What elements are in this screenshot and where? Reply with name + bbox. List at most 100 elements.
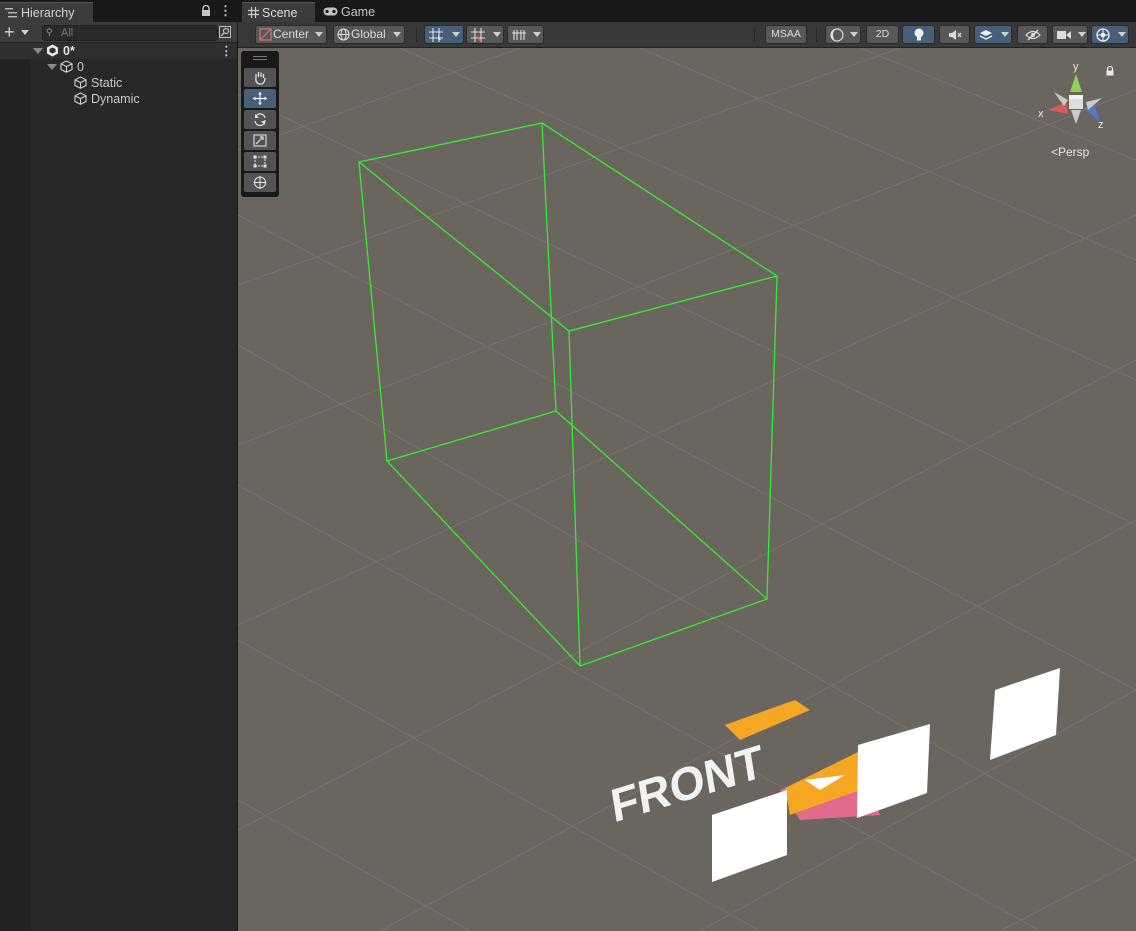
- chevron-down-icon: [850, 32, 858, 37]
- cube-icon: [74, 76, 87, 89]
- hierarchy-item-label: Static: [91, 76, 123, 90]
- white-quad[interactable]: [857, 724, 930, 818]
- gizmos-globe-icon: [1096, 28, 1110, 42]
- chevron-down-icon: [1118, 32, 1126, 37]
- audio-muted-icon: [949, 30, 962, 40]
- toolbar-divider: [754, 27, 755, 42]
- hierarchy-search-input[interactable]: ⚲ All: [42, 25, 218, 41]
- shading-mode-dropdown[interactable]: [825, 25, 861, 44]
- toolbar-divider: [416, 27, 417, 42]
- msaa-label: MSAA: [771, 28, 801, 40]
- tab-game[interactable]: Game: [318, 2, 388, 22]
- z-axis-label: z: [1098, 119, 1104, 131]
- palette-drag-handle[interactable]: [253, 56, 267, 60]
- eye-hidden-icon: [1025, 29, 1041, 41]
- scene-visibility-toggle[interactable]: [1017, 25, 1048, 44]
- increment-snap-toggle[interactable]: [466, 25, 504, 44]
- scene-viewport[interactable]: FRONT: [238, 48, 1136, 931]
- y-axis-label: y: [1073, 61, 1079, 73]
- chevron-down-icon: [493, 32, 501, 37]
- cube-icon: [74, 92, 87, 105]
- rect-icon: [253, 155, 267, 168]
- rotate-tool[interactable]: [244, 110, 276, 129]
- msaa-toggle[interactable]: MSAA: [765, 25, 807, 44]
- grid-visibility-icon: [512, 30, 526, 40]
- cube-icon: [60, 60, 73, 73]
- transform-icon: [253, 176, 267, 189]
- hand-icon: [255, 72, 266, 85]
- effects-dropdown[interactable]: [974, 25, 1012, 44]
- increment-snap-icon: [471, 28, 485, 42]
- scale-icon: [253, 134, 267, 147]
- hierarchy-row-scene[interactable]: 0* ⋮: [0, 43, 237, 59]
- scene-canvas: FRONT: [238, 48, 1136, 931]
- hierarchy-gutter: [0, 43, 30, 931]
- chevron-down-icon: [393, 32, 401, 37]
- search-by-type-icon[interactable]: [218, 25, 232, 39]
- hierarchy-item-label: 0: [77, 60, 84, 74]
- white-quad[interactable]: [712, 790, 787, 882]
- add-label: +: [4, 22, 15, 42]
- chevron-down-icon: [452, 32, 460, 37]
- hierarchy-row-object-0[interactable]: 0: [0, 59, 237, 75]
- hierarchy-item-label: 0*: [63, 44, 75, 58]
- white-quad[interactable]: [990, 668, 1060, 760]
- chevron-down-icon: [533, 32, 541, 37]
- x-axis-label: x: [1038, 108, 1044, 120]
- projection-toggle[interactable]: <Persp: [1051, 145, 1089, 159]
- grid-visibility-toggle[interactable]: [507, 25, 544, 44]
- expand-arrow-icon[interactable]: [33, 48, 43, 54]
- rotate-icon: [254, 113, 266, 127]
- grid-snap-icon: [429, 28, 443, 42]
- move-tool[interactable]: [244, 89, 276, 108]
- search-placeholder: All: [61, 27, 74, 39]
- chevron-down-icon: [1001, 32, 1009, 37]
- hierarchy-tab[interactable]: Hierarchy: [0, 2, 93, 22]
- globe-icon: [337, 28, 350, 41]
- search-icon: ⚲: [46, 27, 53, 37]
- scene-options-icon[interactable]: ⋮: [220, 43, 233, 59]
- more-options-icon[interactable]: ⋮: [219, 4, 232, 18]
- move-icon: [253, 92, 267, 105]
- y-axis-cone[interactable]: [1070, 74, 1082, 92]
- tab-scene-label: Scene: [262, 6, 298, 20]
- gizmo-lock-icon[interactable]: [1105, 66, 1115, 76]
- pivot-center-icon: [259, 28, 272, 41]
- audio-toggle[interactable]: [939, 25, 970, 44]
- grid-snap-toggle[interactable]: [424, 25, 464, 44]
- hand-tool[interactable]: [244, 68, 276, 87]
- transform-tool[interactable]: [244, 173, 276, 192]
- hierarchy-item-label: Dynamic: [91, 92, 140, 106]
- pivot-rotation-dropdown[interactable]: Global: [333, 25, 405, 44]
- rect-tool[interactable]: [244, 152, 276, 171]
- scene-toolbar: Center Global MSAA 2D: [238, 22, 1136, 48]
- add-button[interactable]: +: [4, 23, 34, 41]
- tab-scene[interactable]: Scene: [242, 2, 315, 22]
- grid-icon: [248, 7, 259, 18]
- toggle-2d-button[interactable]: 2D: [866, 25, 899, 44]
- hierarchy-row-static[interactable]: Static: [0, 75, 237, 91]
- twod-label: 2D: [875, 28, 890, 40]
- chevron-down-icon: [315, 32, 323, 37]
- camera-icon: [1057, 31, 1071, 39]
- light-bulb-icon: [914, 28, 924, 41]
- unity-scene-icon: [47, 44, 58, 57]
- shading-sphere-icon: [830, 28, 844, 42]
- orientation-gizmo[interactable]: y x z <Persp: [1030, 58, 1125, 163]
- hierarchy-panel: [0, 0, 237, 931]
- gamepad-icon: [323, 7, 338, 16]
- pivot-mode-dropdown[interactable]: Center: [255, 25, 327, 44]
- hierarchy-row-dynamic[interactable]: Dynamic: [0, 91, 237, 107]
- hierarchy-tab-label: Hierarchy: [21, 6, 75, 20]
- effects-layers-icon: [979, 30, 993, 40]
- expand-arrow-icon[interactable]: [47, 64, 57, 70]
- gizmos-dropdown[interactable]: [1091, 25, 1129, 44]
- tool-palette: [241, 51, 279, 197]
- pivot-rotation-label: Global: [351, 27, 386, 41]
- lighting-toggle[interactable]: [902, 25, 935, 44]
- lock-icon[interactable]: [200, 5, 212, 17]
- tab-game-label: Game: [341, 5, 376, 19]
- camera-settings-dropdown[interactable]: [1052, 25, 1088, 44]
- pivot-mode-label: Center: [273, 27, 310, 41]
- scale-tool[interactable]: [244, 131, 276, 150]
